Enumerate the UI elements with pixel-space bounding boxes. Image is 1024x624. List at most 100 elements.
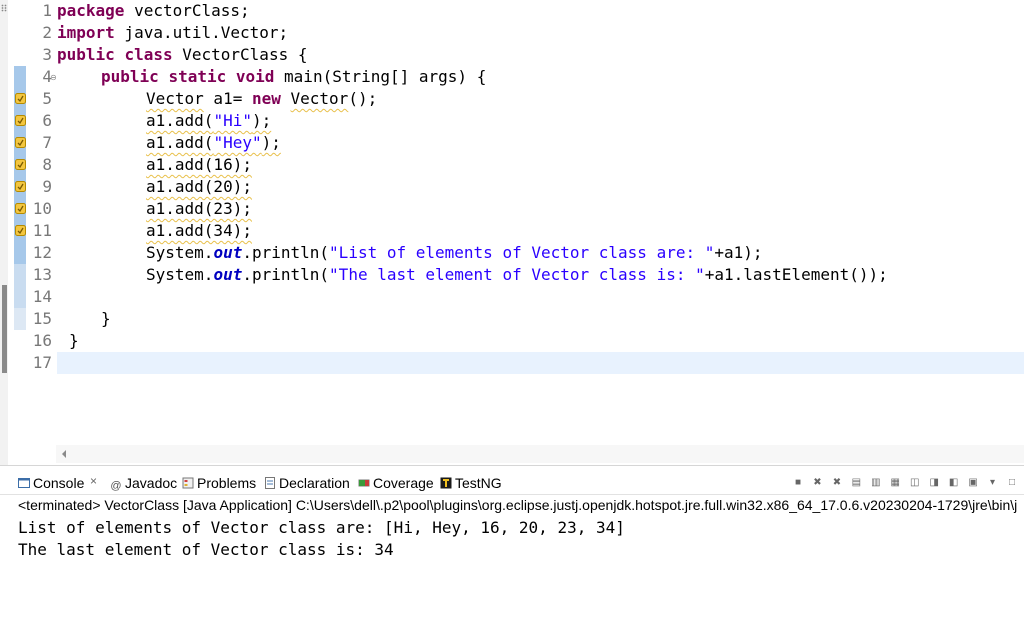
warning-lightbulb-icon[interactable] <box>15 159 26 170</box>
word-wrap-icon[interactable]: ▦ <box>889 477 901 489</box>
line-number: 13 <box>32 265 52 284</box>
code-text: (); <box>348 89 378 108</box>
code-area[interactable]: package vectorClass; import java.util.Ve… <box>57 0 1024 445</box>
keyword: static <box>168 67 227 86</box>
unchecked-call-warning: a1.add("Hi"); <box>146 111 271 130</box>
line-number: 17 <box>32 353 52 372</box>
tab-console[interactable]: Console <box>18 474 84 492</box>
warning-lightbulb-icon[interactable] <box>15 203 26 214</box>
view-tab-bar: Console × @ Javadoc Problems Declaration … <box>0 466 1024 495</box>
line-number: 16 <box>32 331 52 350</box>
warning-lightbulb-icon[interactable] <box>15 137 26 148</box>
console-output-line: List of elements of Vector class are: [H… <box>18 518 625 537</box>
tab-label: Problems <box>197 475 257 491</box>
code-text: vectorClass; <box>124 1 250 20</box>
tab-label: TestNG <box>455 475 502 491</box>
line-number: 5 <box>42 89 52 108</box>
left-trim <box>0 0 8 465</box>
javadoc-at-icon: @ <box>110 480 122 492</box>
line-number: 11 <box>32 221 52 240</box>
tab-problems[interactable]: Problems <box>182 474 256 492</box>
code-editor[interactable]: 1 2 3 4 5 6 7 8 9 10 11 12 13 14 15 16 1… <box>0 0 1024 465</box>
remove-launch-icon[interactable]: ✖ <box>811 477 823 489</box>
code-text: .println( <box>242 243 330 262</box>
horizontal-scrollbar[interactable] <box>56 445 1024 463</box>
code-text: System. <box>146 243 214 262</box>
warning-lightbulb-icon[interactable] <box>15 181 26 192</box>
code-line-10: a1.add(23); <box>146 198 252 220</box>
line-number: 1 <box>42 1 52 20</box>
keyword: void <box>235 67 275 86</box>
console-toolbar: ■ ✖ ✖ ▤ ▥ ▦ ◫ ◨ ◧ ▣ ▾ □ <box>789 474 1018 490</box>
code-line-1: package vectorClass; <box>57 0 250 22</box>
keyword: package <box>57 1 125 20</box>
tab-declaration[interactable]: Declaration <box>264 474 350 492</box>
line-number: 12 <box>32 243 52 262</box>
code-line-4: public static void main(String[] args) { <box>101 66 486 88</box>
terminate-icon[interactable]: ■ <box>792 477 804 489</box>
declaration-icon <box>265 477 275 489</box>
tab-label: Declaration <box>279 475 350 491</box>
raw-type-warning: Vector <box>146 89 204 108</box>
show-on-output-icon[interactable]: ◫ <box>909 477 921 489</box>
drag-grip-icon[interactable] <box>1 4 7 12</box>
warning-lightbulb-icon[interactable] <box>15 93 26 104</box>
line-number: 3 <box>42 45 52 64</box>
tab-testng[interactable]: TestNG <box>440 474 502 492</box>
string-literal: "The last element of Vector class is: " <box>329 265 705 284</box>
line-number: 10 <box>32 199 52 218</box>
line-number: 15 <box>32 309 52 328</box>
line-number: 14 <box>32 287 52 306</box>
code-line-16: } <box>69 331 79 350</box>
raw-type-warning: Vector <box>290 89 349 108</box>
keyword: class <box>124 45 173 64</box>
scroll-lock-icon[interactable]: ▥ <box>870 477 882 489</box>
line-number: 2 <box>42 23 52 42</box>
code-line-8: a1.add(16); <box>146 154 252 176</box>
line-number: 6 <box>42 111 52 130</box>
string-literal: "Hey" <box>213 133 262 152</box>
show-on-error-icon[interactable]: ◨ <box>928 477 940 489</box>
static-field: out <box>213 265 243 284</box>
string-literal: "Hi" <box>213 111 252 130</box>
close-icon[interactable]: × <box>90 474 97 488</box>
display-console-icon[interactable]: ▣ <box>967 477 979 489</box>
line-number: 9 <box>42 177 52 196</box>
code-text: +a1); <box>714 243 763 262</box>
code-line-15: } <box>101 309 111 328</box>
process-status-line: <terminated> VectorClass [Java Applicati… <box>18 497 1018 513</box>
open-console-dropdown-icon[interactable]: ▾ <box>987 477 999 489</box>
tab-coverage[interactable]: Coverage <box>358 474 434 492</box>
annotation-band <box>14 308 26 330</box>
tab-label: Console <box>33 475 85 491</box>
remove-all-terminated-icon[interactable]: ✖ <box>831 477 843 489</box>
warning-lightbulb-icon[interactable] <box>15 225 26 236</box>
code-text: a1.add( <box>146 111 214 130</box>
tab-javadoc[interactable]: @ Javadoc <box>110 474 177 492</box>
code-text: VectorClass { <box>172 45 308 64</box>
code-text: ); <box>261 133 281 152</box>
code-text: a1.add( <box>146 133 214 152</box>
code-line-13: System.out.println("The last element of … <box>146 264 888 286</box>
left-scroll-marker <box>2 285 7 373</box>
pin-console-icon[interactable]: ◧ <box>948 477 960 489</box>
line-number: 7 <box>42 133 52 152</box>
maximize-icon[interactable]: □ <box>1006 477 1018 489</box>
keyword: import <box>57 23 115 42</box>
code-line-3: public class VectorClass { <box>57 44 307 66</box>
fold-toggle-icon[interactable]: ⊖ <box>50 73 57 82</box>
string-literal: "List of elements of Vector class are: " <box>329 243 715 262</box>
annotation-band <box>14 264 26 308</box>
warning-lightbulb-icon[interactable] <box>15 115 26 126</box>
code-text: System. <box>146 265 214 284</box>
clear-console-icon[interactable]: ▤ <box>850 477 862 489</box>
unchecked-call-warning: a1.add(34); <box>146 221 252 240</box>
code-line-12: System.out.println("List of elements of … <box>146 242 763 264</box>
console-output-line: The last element of Vector class is: 34 <box>18 540 394 559</box>
scroll-left-icon[interactable] <box>60 449 68 459</box>
keyword: public <box>101 67 159 86</box>
code-text: a1= <box>203 89 252 108</box>
problems-icon <box>182 477 194 489</box>
coverage-icon <box>358 479 370 487</box>
console-panel: Console × @ Javadoc Problems Declaration … <box>0 465 1024 624</box>
